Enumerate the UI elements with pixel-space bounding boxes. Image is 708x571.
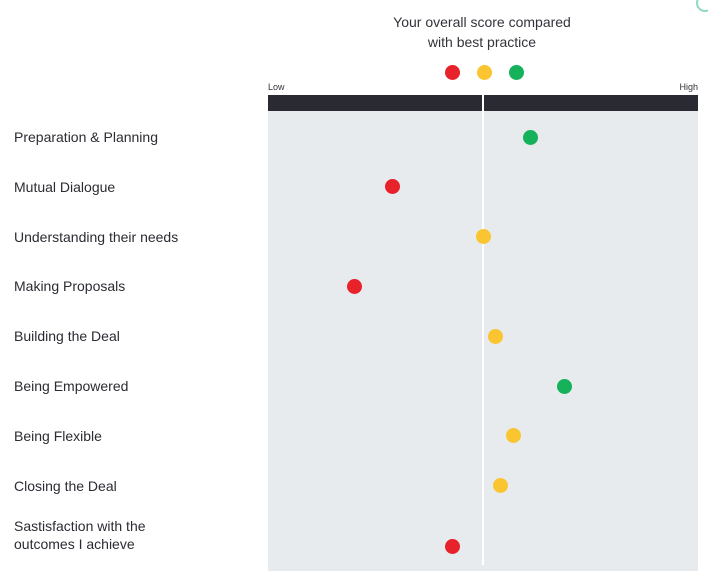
category-label: Being Empowered <box>14 378 129 394</box>
category-label: Understanding their needs <box>14 228 179 245</box>
category-label: Preparation & Planning <box>14 129 158 145</box>
corner-accent-circle <box>696 0 708 12</box>
legend-dot-1 <box>444 65 460 80</box>
data-point <box>346 278 362 294</box>
data-point <box>557 378 573 394</box>
data-point <box>488 328 504 344</box>
chart-title: Your overall score compared with best pra… <box>393 14 571 50</box>
axis-low-label: Low <box>268 82 285 92</box>
axis-high-label: High <box>679 82 698 92</box>
category-label: Mutual Dialogue <box>14 178 116 195</box>
data-point <box>475 229 491 245</box>
data-point <box>522 129 538 145</box>
category-label: Sastisfaction with the outcomes I achiev… <box>14 518 146 553</box>
data-point <box>492 478 508 494</box>
legend-dot-2 <box>476 65 492 80</box>
category-label: Being Flexible <box>14 427 102 444</box>
reference-line <box>482 95 484 565</box>
legend-dot-3 <box>508 65 524 80</box>
data-point <box>445 538 461 554</box>
data-point <box>505 428 521 444</box>
category-label: Making Proposals <box>14 278 126 295</box>
category-label: Closing the Deal <box>14 477 117 494</box>
legend <box>0 65 708 85</box>
category-label: Building the Deal <box>14 328 120 345</box>
